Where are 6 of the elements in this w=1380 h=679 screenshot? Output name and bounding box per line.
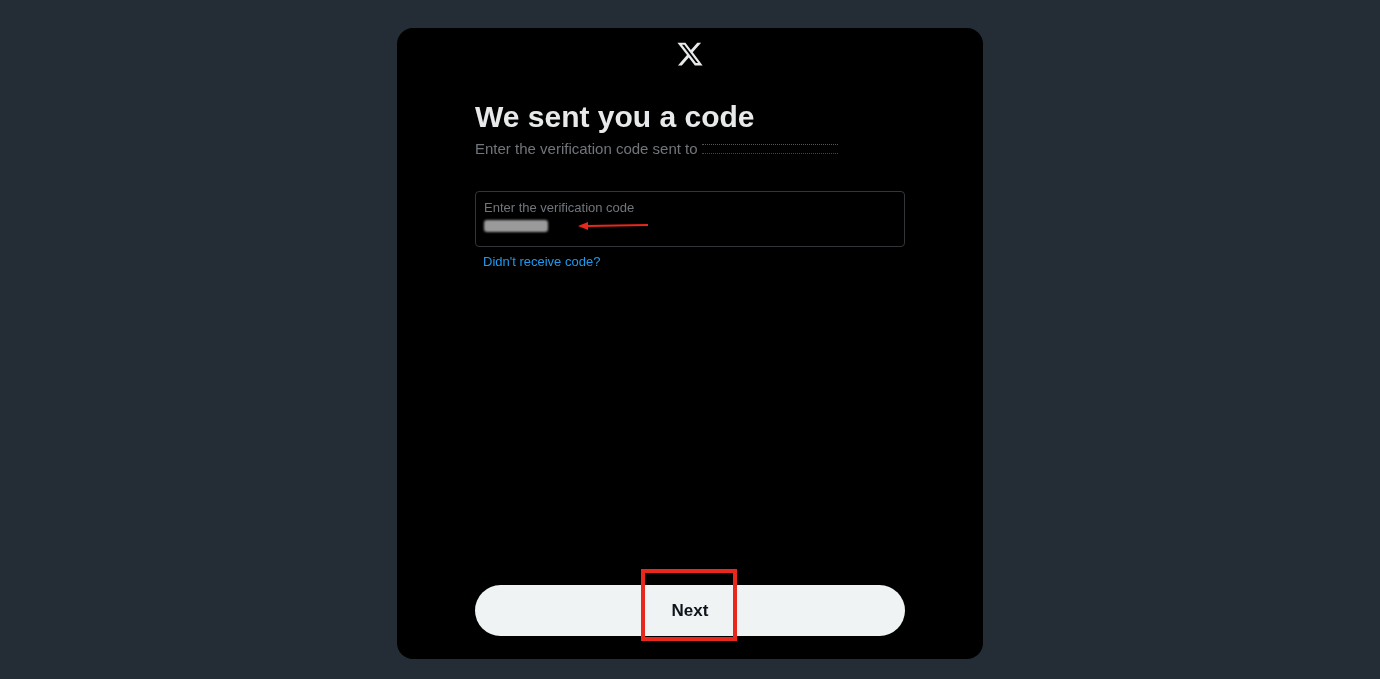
code-input-field[interactable]: Enter the verification code (475, 191, 905, 247)
instruction-text: Enter the verification code sent to (475, 139, 698, 159)
resend-code-link[interactable]: Didn't receive code? (483, 254, 601, 269)
x-logo-icon (676, 40, 704, 68)
next-button[interactable]: Next (475, 585, 905, 636)
dialog-title: We sent you a code (475, 99, 756, 135)
